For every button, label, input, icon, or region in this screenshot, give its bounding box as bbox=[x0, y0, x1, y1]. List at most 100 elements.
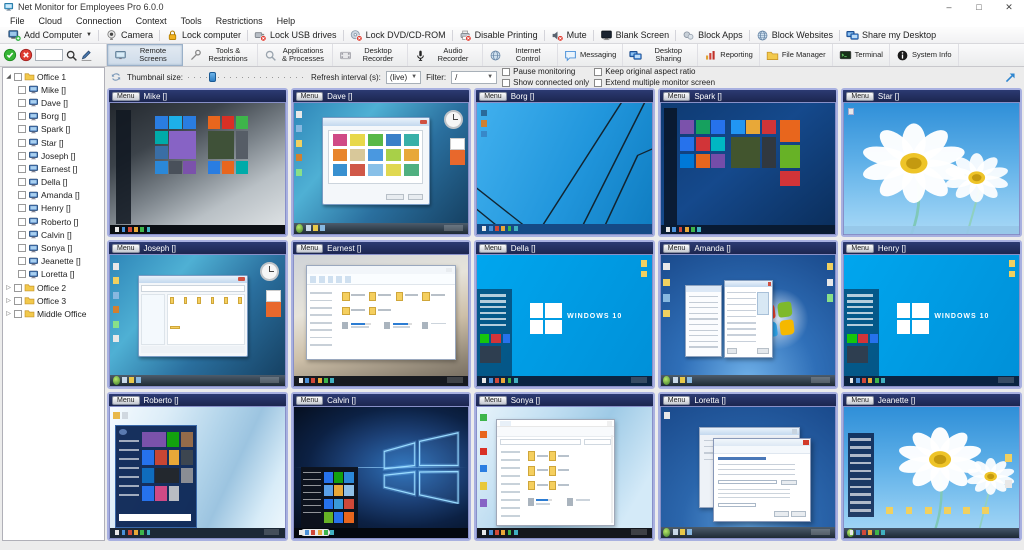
tree-item-spark[interactable]: Spark [] bbox=[3, 123, 104, 136]
slider-thumb[interactable] bbox=[209, 72, 216, 82]
tab-terminal[interactable]: Terminal bbox=[833, 44, 890, 66]
printer-block-button[interactable]: Disable Printing bbox=[454, 28, 543, 43]
minimize-button[interactable]: – bbox=[934, 0, 964, 14]
menu-connection[interactable]: Connection bbox=[69, 16, 129, 26]
usb-block-button[interactable]: Lock USB drives bbox=[249, 28, 342, 43]
refresh-icon[interactable] bbox=[110, 71, 122, 83]
tab-desktop-recorder[interactable]: Desktop Recorder bbox=[333, 44, 408, 66]
remote-screen-preview[interactable] bbox=[109, 102, 286, 235]
camera-button[interactable]: Camera bbox=[100, 28, 158, 43]
remote-screen-preview[interactable] bbox=[293, 406, 470, 539]
thumbnail-menu-button[interactable]: Menu bbox=[479, 396, 507, 405]
tab-remote-screens[interactable]: Remote Screens bbox=[107, 44, 183, 66]
remote-screen-preview[interactable] bbox=[660, 254, 837, 387]
checkbox-box[interactable] bbox=[594, 68, 602, 76]
tree-item-star[interactable]: Star [] bbox=[3, 136, 104, 149]
tree-checkbox[interactable] bbox=[18, 125, 26, 133]
remote-screen-preview[interactable] bbox=[660, 406, 837, 539]
edit-icon[interactable] bbox=[80, 49, 93, 62]
checkbox-pause-monitoring[interactable]: Pause monitoring bbox=[502, 67, 589, 76]
search-icon[interactable] bbox=[65, 49, 78, 62]
remote-screen-preview[interactable] bbox=[109, 254, 286, 387]
tab-reporting[interactable]: Reporting bbox=[698, 44, 760, 66]
tree-checkbox[interactable] bbox=[18, 270, 26, 278]
thumbnail-menu-button[interactable]: Menu bbox=[846, 244, 874, 253]
disconnect-button[interactable] bbox=[19, 48, 33, 62]
tree-checkbox[interactable] bbox=[14, 310, 22, 318]
remote-screen-preview[interactable] bbox=[109, 406, 286, 539]
thumbnail-menu-button[interactable]: Menu bbox=[663, 396, 691, 405]
tree-checkbox[interactable] bbox=[18, 139, 26, 147]
thumbnail-size-slider[interactable] bbox=[188, 72, 306, 82]
lock-button[interactable]: Lock computer bbox=[161, 28, 246, 43]
tree-checkbox[interactable] bbox=[14, 297, 22, 305]
remote-screen-preview[interactable] bbox=[476, 102, 653, 235]
menu-file[interactable]: File bbox=[3, 16, 32, 26]
thumbnail-menu-button[interactable]: Menu bbox=[846, 396, 874, 405]
checkbox-extend-multiple-monitor-screen[interactable]: Extend multiple monitor screen bbox=[594, 78, 715, 87]
tree-checkbox[interactable] bbox=[18, 178, 26, 186]
tree-checkbox[interactable] bbox=[18, 152, 26, 160]
remote-screen-preview[interactable] bbox=[660, 102, 837, 235]
tree-checkbox[interactable] bbox=[18, 99, 26, 107]
expand-arrow-icon[interactable]: ▷ bbox=[5, 284, 12, 291]
tree-item-earnest[interactable]: Earnest [] bbox=[3, 162, 104, 175]
checkbox-box[interactable] bbox=[502, 68, 510, 76]
tree-item-loretta[interactable]: Loretta [] bbox=[3, 268, 104, 281]
tree-checkbox[interactable] bbox=[14, 73, 22, 81]
tree-group-office-1[interactable]: ◢ Office 1 bbox=[3, 70, 104, 83]
tree-item-joseph[interactable]: Joseph [] bbox=[3, 149, 104, 162]
tab-tools[interactable]: Tools & Restrictions bbox=[183, 44, 258, 66]
remote-screen-preview[interactable]: WINDOWS 10 bbox=[476, 254, 653, 387]
tree-item-amanda[interactable]: Amanda [] bbox=[3, 189, 104, 202]
tree-checkbox[interactable] bbox=[18, 231, 26, 239]
search-input[interactable] bbox=[35, 49, 63, 61]
tree-item-jeanette[interactable]: Jeanette [] bbox=[3, 255, 104, 268]
thumbnail-menu-button[interactable]: Menu bbox=[846, 92, 874, 101]
thumbnail-menu-button[interactable]: Menu bbox=[112, 396, 140, 405]
expand-arrow-icon[interactable]: ▷ bbox=[5, 310, 12, 317]
tree-checkbox[interactable] bbox=[18, 112, 26, 120]
tree-item-mike[interactable]: Mike [] bbox=[3, 83, 104, 96]
tab-messaging[interactable]: Messaging bbox=[558, 44, 623, 66]
tree-checkbox[interactable] bbox=[18, 204, 26, 212]
tree-checkbox[interactable] bbox=[18, 165, 26, 173]
filter-select[interactable]: / ▼ bbox=[451, 71, 497, 84]
tree-item-dave[interactable]: Dave [] bbox=[3, 96, 104, 109]
apps-block-button[interactable]: Block Apps bbox=[677, 28, 748, 43]
remote-screen-preview[interactable] bbox=[476, 406, 653, 539]
blank-screen-button[interactable]: Blank Screen bbox=[595, 28, 675, 43]
tab-file-manager[interactable]: File Manager bbox=[760, 44, 833, 66]
tab-system-info[interactable]: System Info bbox=[890, 44, 959, 66]
tree-item-sonya[interactable]: Sonya [] bbox=[3, 241, 104, 254]
remote-screen-preview[interactable] bbox=[293, 102, 470, 235]
close-button[interactable]: ✕ bbox=[994, 0, 1024, 14]
tree-group-middle-office[interactable]: ▷ Middle Office bbox=[3, 307, 104, 320]
thumbnail-menu-button[interactable]: Menu bbox=[112, 244, 140, 253]
menu-help[interactable]: Help bbox=[270, 16, 303, 26]
thumbnail-menu-button[interactable]: Menu bbox=[663, 92, 691, 101]
tree-item-della[interactable]: Della [] bbox=[3, 176, 104, 189]
menu-context[interactable]: Context bbox=[129, 16, 174, 26]
tree-group-office-2[interactable]: ▷ Office 2 bbox=[3, 281, 104, 294]
tree-checkbox[interactable] bbox=[18, 218, 26, 226]
thumbnail-menu-button[interactable]: Menu bbox=[663, 244, 691, 253]
dropdown-arrow-icon[interactable]: ▼ bbox=[86, 32, 92, 38]
remote-screen-preview[interactable]: WINDOWS 10 bbox=[843, 254, 1020, 387]
expand-icon[interactable] bbox=[1004, 71, 1017, 84]
dvd-block-button[interactable]: Lock DVD/CD-ROM bbox=[345, 28, 451, 43]
tree-checkbox[interactable] bbox=[18, 257, 26, 265]
share-desktop-button[interactable]: Share my Desktop bbox=[841, 28, 941, 43]
tab-audio-recorder[interactable]: Audio Recorder bbox=[408, 44, 483, 66]
menu-tools[interactable]: Tools bbox=[174, 16, 209, 26]
tree-item-roberto[interactable]: Roberto [] bbox=[3, 215, 104, 228]
tree-checkbox[interactable] bbox=[14, 284, 22, 292]
tree-item-borg[interactable]: Borg [] bbox=[3, 110, 104, 123]
checkbox-box[interactable] bbox=[502, 79, 510, 87]
tree-item-henry[interactable]: Henry [] bbox=[3, 202, 104, 215]
mute-button[interactable]: Mute bbox=[546, 28, 592, 43]
thumbnail-menu-button[interactable]: Menu bbox=[112, 92, 140, 101]
remote-screen-preview[interactable] bbox=[843, 406, 1020, 539]
menu-restrictions[interactable]: Restrictions bbox=[209, 16, 270, 26]
menu-cloud[interactable]: Cloud bbox=[32, 16, 70, 26]
